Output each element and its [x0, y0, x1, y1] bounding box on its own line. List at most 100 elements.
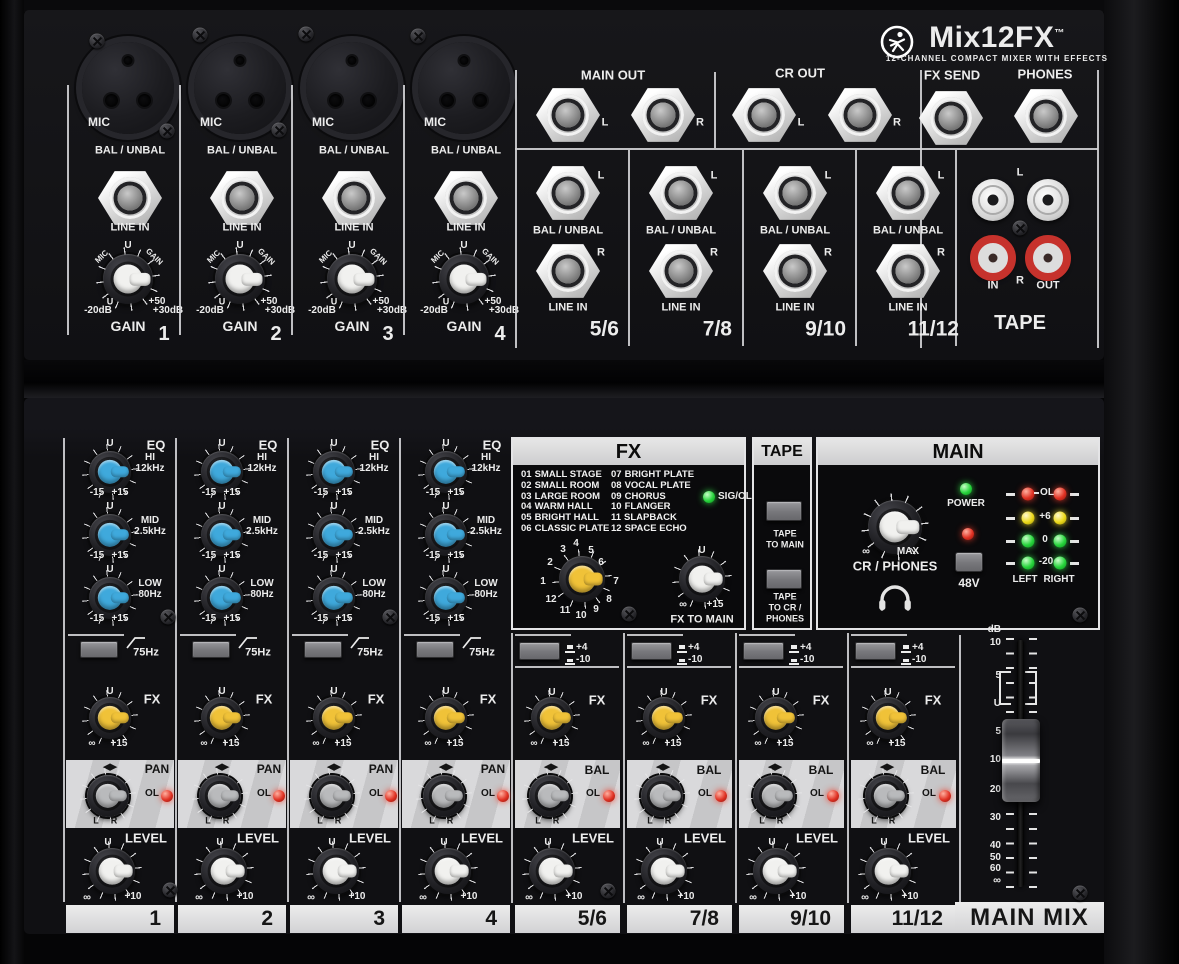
level-knob[interactable]: [865, 848, 911, 894]
screw: [162, 882, 178, 898]
level-max: +10: [460, 891, 478, 902]
eq-label: EQ: [370, 437, 390, 453]
fx-label: FX: [588, 692, 606, 708]
level-label: LEVEL: [125, 830, 167, 846]
meter-plus6-left-led: [1021, 511, 1035, 525]
fx-dial-number: 3: [560, 544, 566, 555]
pad-in-icon: [565, 656, 575, 665]
pad-minus10-label: -10: [912, 654, 927, 665]
chassis-left-edge: [0, 0, 24, 964]
pan-l-label: L: [535, 815, 541, 826]
fx-min: ∞: [312, 738, 320, 749]
bal-unbal-label: BAL / UNBAL: [94, 144, 166, 157]
eq-max: +15: [447, 487, 465, 498]
bal-knob[interactable]: [753, 775, 795, 817]
level-knob[interactable]: [89, 848, 135, 894]
knob-cap: [539, 705, 565, 731]
divider: [287, 438, 289, 902]
bal-unbal-l-jack: [876, 165, 940, 221]
lowcut-75hz-button[interactable]: [304, 641, 342, 658]
ol-label: OL: [369, 788, 383, 799]
bal-knob[interactable]: [529, 775, 571, 817]
fader-scale-label: 60: [989, 863, 1001, 874]
knob-cap: [649, 783, 675, 809]
bal-label: BAL: [696, 763, 722, 777]
jack-hole: [668, 258, 694, 284]
knob-cap: [873, 783, 899, 809]
knob-cap: [95, 783, 121, 809]
knob-cap: [209, 585, 235, 611]
level-pad-button[interactable]: [519, 642, 560, 660]
lowcut-75hz-button[interactable]: [192, 641, 230, 658]
level-max: +10: [124, 891, 142, 902]
level-max: +10: [236, 891, 254, 902]
fx-send-knob[interactable]: [867, 697, 909, 739]
xlr-pin: [362, 94, 375, 107]
ol-label: OL: [481, 788, 495, 799]
pan-knob[interactable]: [423, 775, 465, 817]
tape-to-cr-label: PHONES: [765, 613, 805, 624]
knob-cap: [431, 783, 457, 809]
jack-hole: [341, 185, 367, 211]
tape-to-cr-phones-button[interactable]: [766, 569, 802, 589]
lowcut-75hz-button[interactable]: [80, 641, 118, 658]
fx-send-knob[interactable]: [531, 697, 573, 739]
fx-to-main-knob[interactable]: [679, 556, 725, 602]
level-max: +10: [789, 891, 807, 902]
lowcut-label: 75Hz: [245, 646, 271, 659]
pan-knob[interactable]: [87, 775, 129, 817]
knob-cap: [651, 705, 677, 731]
tape-to-main-label: TO MAIN: [766, 539, 804, 550]
level-pad-button[interactable]: [743, 642, 784, 660]
main-mix-fader[interactable]: [1002, 719, 1040, 802]
fx-send-knob[interactable]: [425, 697, 467, 739]
fx-send-knob[interactable]: [201, 697, 243, 739]
line-in-label: LINE IN: [548, 301, 588, 314]
eq-low-freq: 80Hz: [362, 589, 386, 600]
tape-section-panel: TAPE TAPE TO MAIN TAPE TO CR / PHONES: [752, 437, 812, 630]
line-in-r-jack: [536, 243, 600, 299]
channel-number: 5/6: [589, 317, 619, 341]
eq-max: +15: [111, 550, 129, 561]
level-knob[interactable]: [641, 848, 687, 894]
headphones-icon: [879, 585, 911, 611]
fx-dial-number: 9: [593, 604, 599, 615]
ol-led: [603, 790, 615, 802]
tape-to-main-button[interactable]: [766, 501, 802, 521]
level-knob[interactable]: [753, 848, 799, 894]
pan-r-label: R: [222, 815, 230, 826]
pan-l-label: L: [93, 815, 99, 826]
tape-out-l-rca: [1027, 179, 1069, 221]
meter-right-label: RIGHT: [1043, 574, 1075, 585]
fx-send-knob[interactable]: [755, 697, 797, 739]
fx-send-knob[interactable]: [89, 697, 131, 739]
preset-name: SPACE ECHO: [624, 522, 687, 534]
meter-ol-left-led: [1021, 487, 1035, 501]
eq-max: +15: [223, 487, 241, 498]
level-knob[interactable]: [529, 848, 575, 894]
level-knob[interactable]: [425, 848, 471, 894]
line-in-jack: [434, 170, 498, 226]
phantom-label: 48V: [958, 576, 980, 590]
fx-to-main-min: ∞: [679, 598, 687, 611]
pan-knob[interactable]: [311, 775, 353, 817]
bal-knob[interactable]: [641, 775, 683, 817]
level-knob[interactable]: [201, 848, 247, 894]
fx-send-knob[interactable]: [313, 697, 355, 739]
divider: [175, 438, 177, 902]
knob-cap: [337, 264, 367, 294]
lowcut-75hz-button[interactable]: [416, 641, 454, 658]
main-mix-label-strip: MAIN MIX: [955, 902, 1104, 933]
pad-out-icon: [565, 644, 575, 653]
phantom-48v-button[interactable]: [955, 552, 983, 572]
fx-min: ∞: [866, 738, 874, 749]
knob-cap: [875, 705, 901, 731]
meter-tick: [1070, 540, 1079, 543]
eq-min: -15: [425, 487, 441, 498]
fx-send-knob[interactable]: [643, 697, 685, 739]
level-knob[interactable]: [313, 848, 359, 894]
level-pad-button[interactable]: [855, 642, 896, 660]
level-pad-button[interactable]: [631, 642, 672, 660]
pan-knob[interactable]: [199, 775, 241, 817]
bal-knob[interactable]: [865, 775, 907, 817]
